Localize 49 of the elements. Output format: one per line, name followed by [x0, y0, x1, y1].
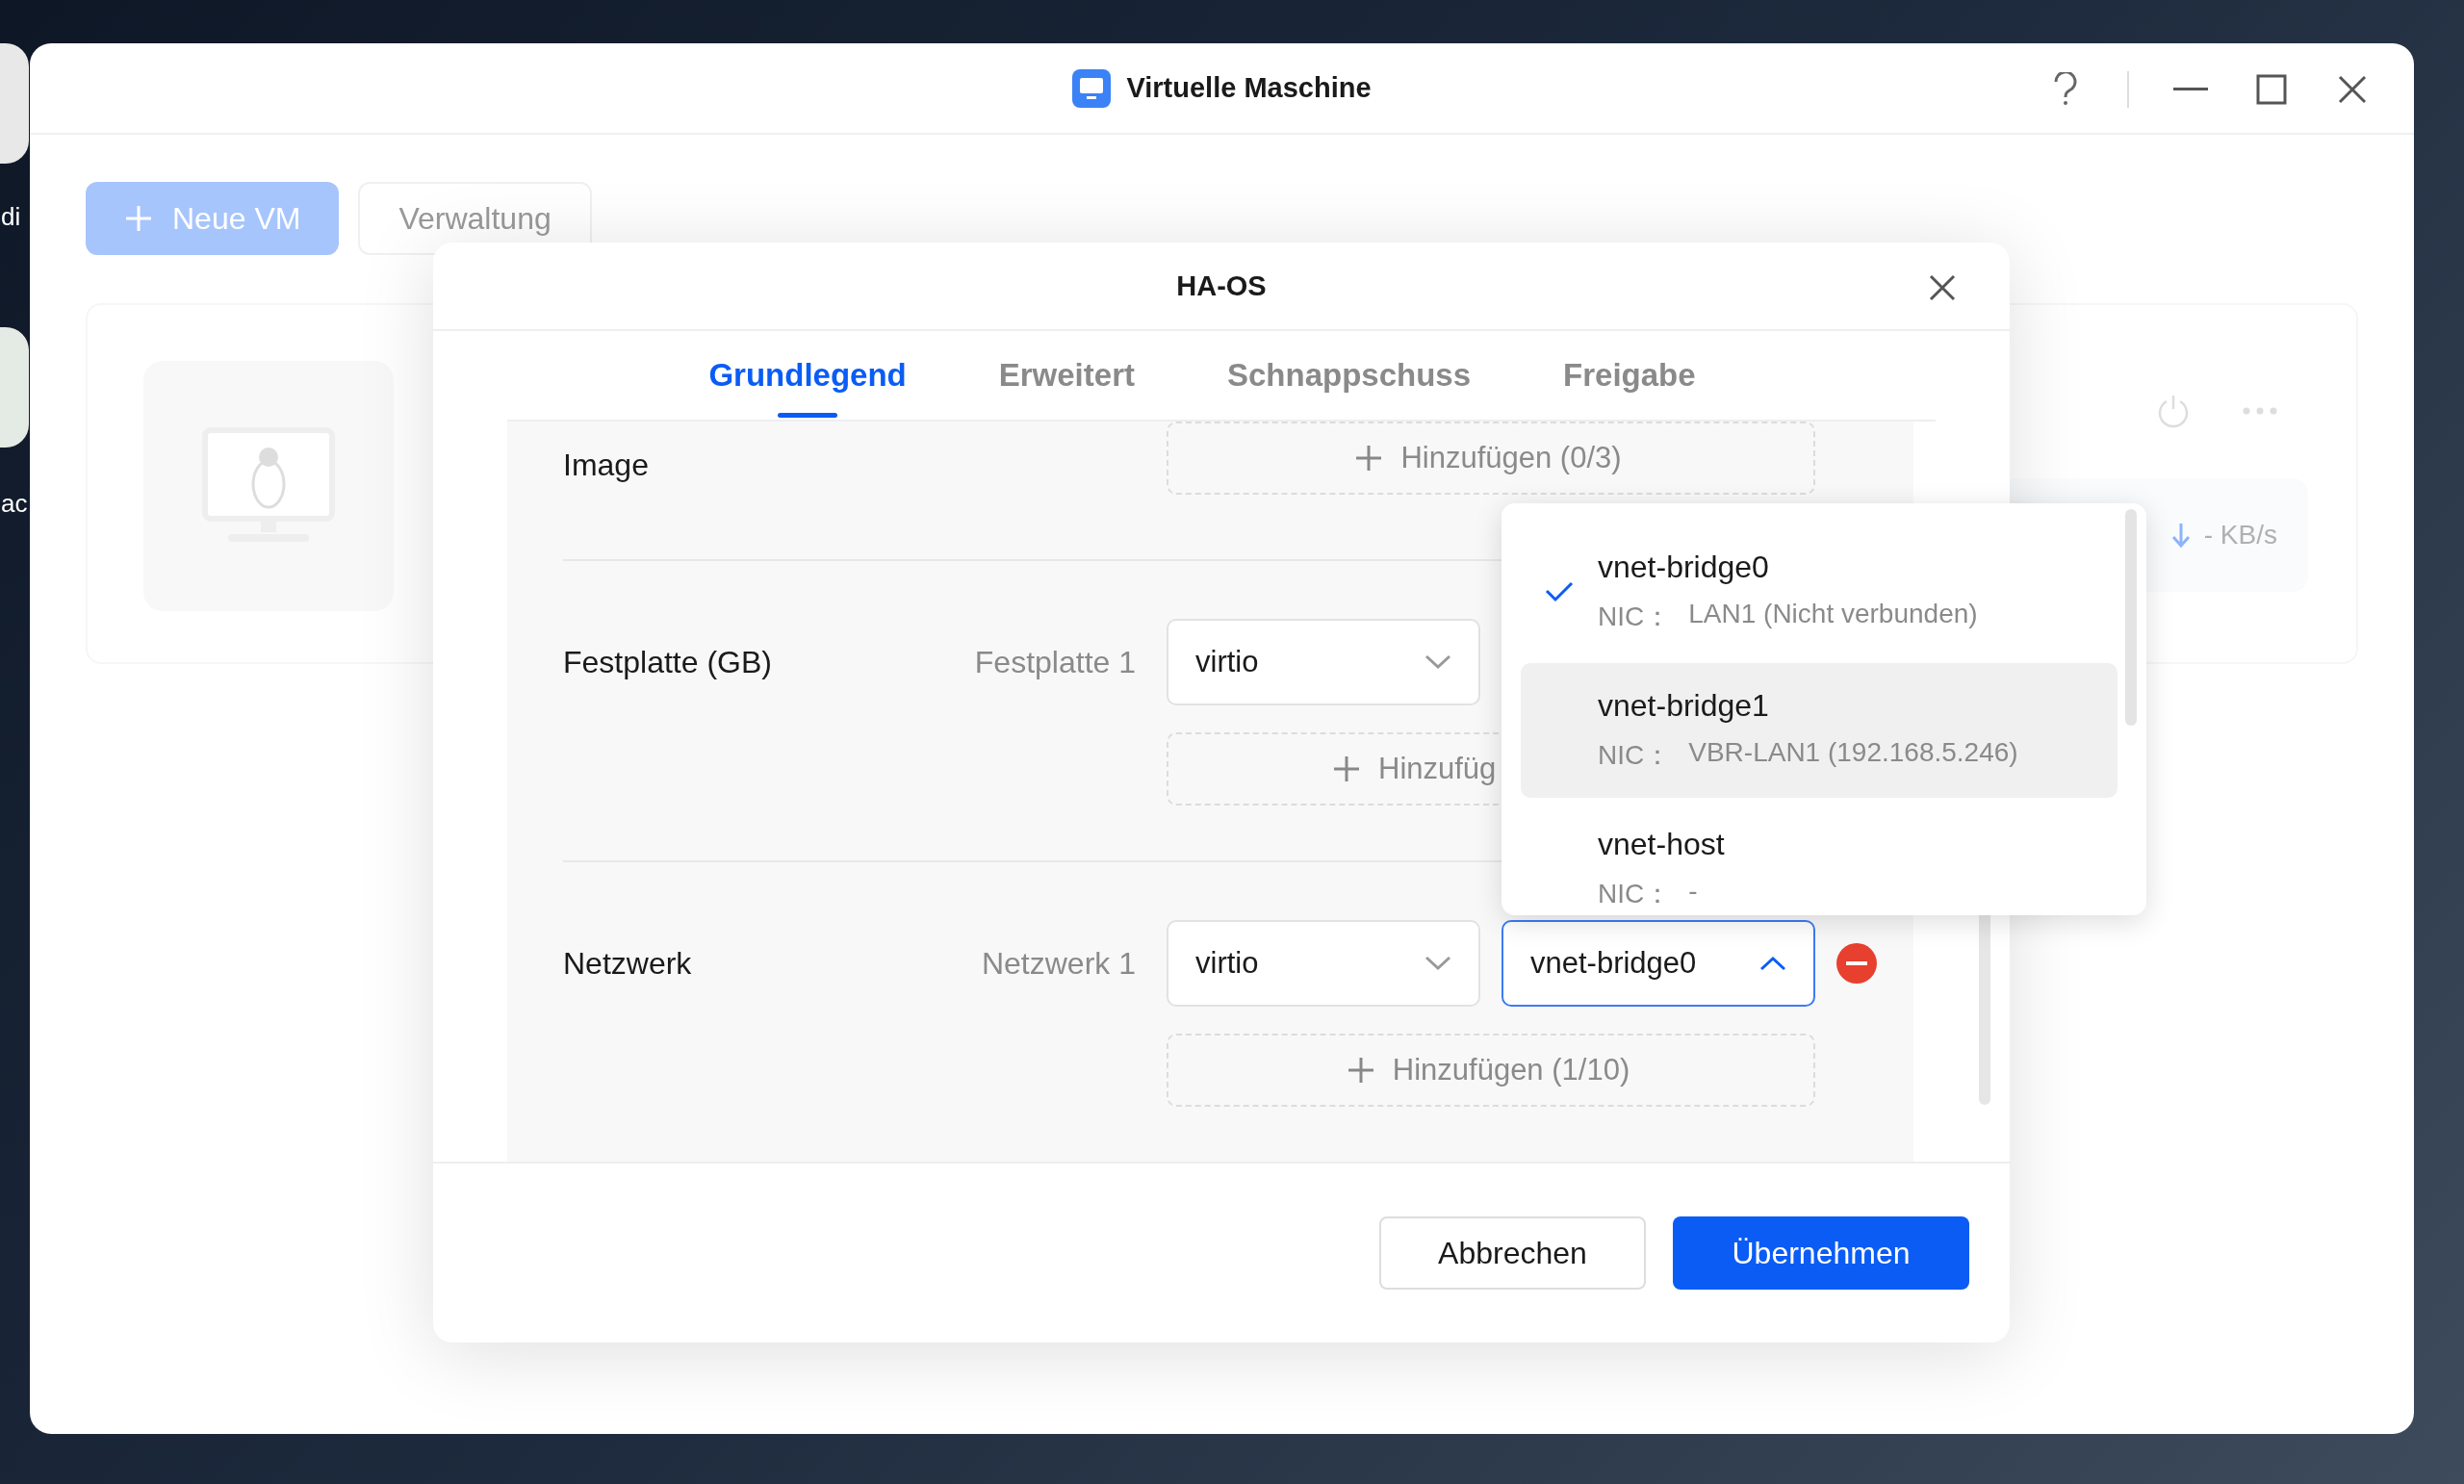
- tab[interactable]: Schnappschuss: [1180, 331, 1518, 421]
- desktop-label: ac: [1, 489, 28, 519]
- scrollbar[interactable]: [2125, 509, 2137, 726]
- section-label: Netzwerk: [563, 945, 693, 984]
- option-name: vnet-host: [1598, 826, 1726, 862]
- nic-value: -: [1688, 875, 1698, 908]
- close-icon: [2338, 74, 2367, 104]
- plus-icon: [1354, 444, 1384, 473]
- power-icon: [2156, 394, 2191, 428]
- maximize-icon: [2256, 73, 2287, 105]
- chevron-icon: [1424, 654, 1451, 671]
- option-name: vnet-bridge0: [1598, 549, 1770, 585]
- type-select[interactable]: virtio: [1167, 920, 1480, 1008]
- dialog-title: HA-OS: [1176, 269, 1267, 302]
- add-button[interactable]: Hinzufügen (0/3): [1167, 422, 1815, 496]
- plus-icon: [124, 204, 153, 233]
- chevron-icon: [1424, 956, 1451, 972]
- dropdown-option[interactable]: vnet-bridge1 NIC： VBR-LAN1 (192.168.5.246): [1521, 663, 2118, 798]
- chevron-icon: [1759, 956, 1786, 972]
- cancel-button[interactable]: Abbrechen: [1379, 1216, 1646, 1291]
- close-icon: [1928, 272, 1957, 302]
- window-title: Virtuelle Maschine: [1126, 72, 1372, 104]
- tab[interactable]: Erweitert: [952, 331, 1181, 421]
- section-label: Image: [563, 447, 650, 485]
- speed-text: - KB/s: [2203, 520, 2277, 550]
- desktop-label: di: [1, 202, 21, 232]
- plus-icon: [1346, 1056, 1375, 1086]
- nic-value: LAN1 (Nicht verbunden): [1688, 598, 1978, 630]
- tab[interactable]: Freigabe: [1517, 331, 1742, 421]
- option-name: vnet-bridge1: [1598, 687, 1770, 724]
- minimize-icon: [2173, 88, 2208, 90]
- add-button[interactable]: Hinzufügen (1/10): [1167, 1034, 1815, 1108]
- section-label: Festplatte (GB): [563, 644, 773, 682]
- help-icon: [2053, 71, 2078, 107]
- apply-button[interactable]: Übernehmen: [1673, 1216, 1969, 1291]
- nic-label: NIC：: [1598, 600, 1672, 633]
- monitor-icon: [1072, 68, 1112, 108]
- down-arrow-icon: [2170, 522, 2191, 549]
- more-icon: [2243, 407, 2277, 415]
- manage-button[interactable]: Verwaltung: [358, 182, 592, 255]
- bridge-select[interactable]: vnet-bridge0: [1502, 920, 1815, 1008]
- item-label: Festplatte 1: [973, 644, 1137, 682]
- tab[interactable]: Grundlegend: [662, 331, 953, 421]
- type-select[interactable]: virtio: [1167, 619, 1480, 706]
- nic-label: NIC：: [1598, 738, 1672, 772]
- item-label: Netzwerk 1: [980, 945, 1137, 984]
- nic-label: NIC：: [1598, 877, 1672, 910]
- remove-icon[interactable]: [1836, 943, 1877, 985]
- plus-icon: [1332, 755, 1361, 784]
